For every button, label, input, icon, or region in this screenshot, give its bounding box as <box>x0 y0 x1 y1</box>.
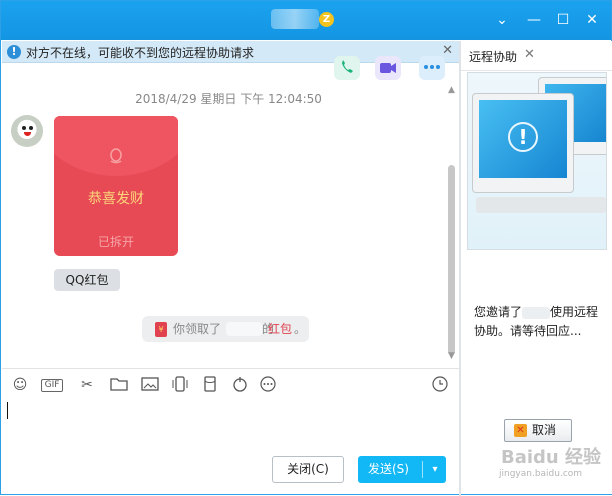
red-packet-message[interactable]: 恭喜发财 已拆开 <box>54 116 178 256</box>
chat-window: Z ⌄ — ☐ ✕ ! 对方不在线，可能收不到您的远程协助请求 ✕ 2018/4… <box>0 0 612 496</box>
remote-assist-panel: 远程协助 ✕ ! 您邀请了 使用远程协助。请等待回应... ✕ 取消 Baidu … <box>461 41 612 494</box>
watermark-logo: Baidu 经验 <box>501 447 602 468</box>
watermark-url: jingyan.baidu.com <box>499 469 583 479</box>
contact-name-blurred <box>271 9 319 29</box>
avatar[interactable] <box>11 115 43 147</box>
close-tab-icon[interactable]: ✕ <box>524 47 535 62</box>
more-tools-icon[interactable] <box>258 376 278 394</box>
invitee-name-blurred <box>522 306 551 319</box>
gif-icon[interactable]: GIF <box>41 379 63 392</box>
message-scrollbar[interactable]: ▲ ▼ <box>447 85 457 363</box>
send-button[interactable]: 发送(S) ▾ <box>358 456 446 483</box>
qq-penguin-icon <box>106 146 126 166</box>
tab-remote-assist[interactable]: 远程协助 ✕ <box>461 41 612 71</box>
status-text-a: 您邀请了 <box>474 305 523 319</box>
sender-name-blurred <box>226 322 262 336</box>
send-button-label: 发送(S) <box>368 462 409 476</box>
avatar-eye <box>29 126 33 130</box>
red-packet-link[interactable]: 红包 <box>268 316 292 342</box>
maximize-button[interactable]: ☐ <box>552 9 574 31</box>
info-icon: ! <box>7 45 21 59</box>
folder-icon[interactable] <box>109 376 129 394</box>
red-packet-status: 已拆开 <box>97 235 134 249</box>
red-packet-type-tag: QQ红包 <box>54 269 120 291</box>
red-packet-icon: ¥ <box>155 322 167 337</box>
more-options-icon[interactable] <box>419 56 445 80</box>
avatar-eye <box>22 126 26 130</box>
scroll-up-icon[interactable]: ▲ <box>448 85 455 95</box>
notice-text: 对方不在线，可能收不到您的远程协助请求 <box>26 46 255 60</box>
phone-call-icon[interactable] <box>334 56 360 80</box>
local-monitor-screen: ! <box>479 100 567 178</box>
send-options-chevron-icon[interactable]: ▾ <box>426 456 444 483</box>
cancel-icon: ✕ <box>514 424 527 437</box>
close-window-button[interactable]: ✕ <box>581 9 603 31</box>
system-message-prefix: 你领取了 <box>173 322 222 336</box>
message-timestamp: 2018/4/29 星期日 下午 12:04:50 <box>135 92 322 106</box>
vip-badge-icon: Z <box>319 12 334 27</box>
history-clock-icon[interactable] <box>430 376 450 394</box>
message-input[interactable] <box>2 400 459 452</box>
close-button[interactable]: 关闭(C) <box>272 456 344 483</box>
chevron-down-icon[interactable]: ⌄ <box>491 9 513 31</box>
system-message-end: 。 <box>294 322 307 336</box>
cancel-label: 取消 <box>532 423 557 437</box>
emoji-icon[interactable]: ☺ <box>10 376 30 394</box>
minimize-button[interactable]: — <box>523 9 545 31</box>
red-packet-greeting: 恭喜发财 <box>88 191 144 207</box>
video-call-icon[interactable] <box>375 56 401 80</box>
input-toolbar: ☺ GIF ✂ <box>2 368 459 400</box>
monitor-stand <box>476 197 606 213</box>
text-caret <box>7 402 8 419</box>
image-icon[interactable] <box>140 376 160 394</box>
voice-message-icon[interactable] <box>230 376 250 394</box>
remote-assist-status: 您邀请了 使用远程协助。请等待回应... <box>474 303 606 341</box>
scroll-thumb[interactable] <box>448 165 455 355</box>
scroll-down-icon[interactable]: ▼ <box>448 351 455 361</box>
shake-window-icon[interactable] <box>170 376 190 394</box>
system-message: ¥ 你领取了 的 红包 。 <box>142 316 309 342</box>
screenshot-scissors-icon[interactable]: ✂ <box>77 376 97 394</box>
send-button-divider <box>422 461 423 478</box>
avatar-mouth <box>24 132 31 136</box>
warning-icon: ! <box>508 122 538 152</box>
title-bar[interactable]: Z ⌄ — ☐ ✕ <box>1 1 611 40</box>
remote-assist-illustration: ! <box>467 72 607 250</box>
tab-label: 远程协助 <box>469 50 518 64</box>
local-monitor: ! <box>472 93 574 193</box>
red-packet-tool-icon[interactable] <box>200 376 220 394</box>
cancel-button[interactable]: ✕ 取消 <box>504 419 572 442</box>
